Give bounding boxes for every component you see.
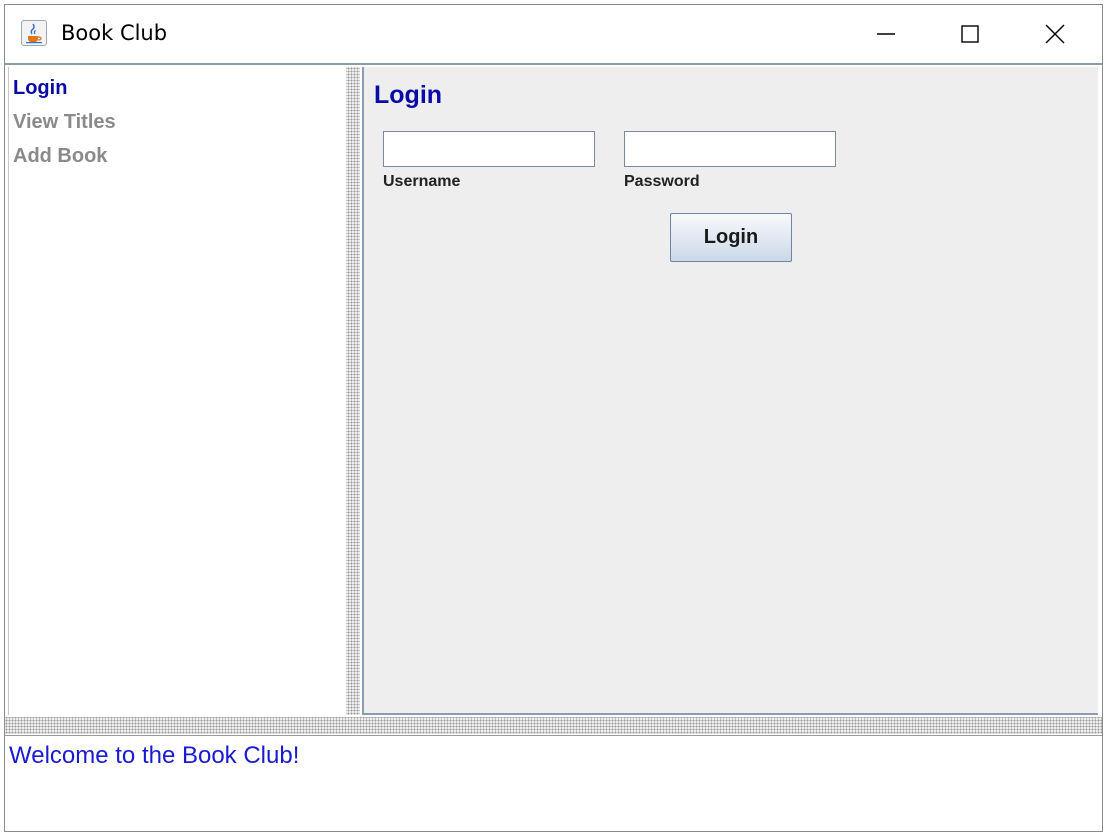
password-input[interactable] (625, 132, 835, 166)
maximize-icon (961, 25, 979, 43)
login-button[interactable]: Login (670, 213, 792, 262)
status-area: Welcome to the Book Club! (5, 735, 1102, 831)
content-area: Login View Titles Add Book Login Usernam… (5, 63, 1102, 831)
title-bar[interactable]: Book Club (5, 5, 1102, 63)
login-panel: Login Username Password Login (362, 67, 1098, 715)
nav-item-login[interactable]: Login (9, 71, 116, 105)
panel-title: Login (374, 81, 443, 109)
nav-list: Login View Titles Add Book (9, 71, 116, 173)
close-button[interactable] (1010, 5, 1100, 63)
username-label: Username (383, 173, 461, 190)
nav-item-add-book[interactable]: Add Book (9, 139, 116, 173)
nav-item-view-titles[interactable]: View Titles (9, 105, 116, 139)
maximize-button[interactable] (925, 5, 1015, 63)
password-field[interactable] (624, 131, 836, 167)
status-message: Welcome to the Book Club! (9, 742, 300, 769)
vertical-split-divider[interactable] (346, 67, 360, 715)
minimize-button[interactable] (841, 5, 931, 63)
java-coffee-cup-icon (21, 20, 47, 46)
app-window: Book Club Login View Titles Add Book Log… (4, 4, 1103, 832)
close-icon (1045, 24, 1065, 44)
password-label: Password (624, 173, 700, 190)
window-title: Book Club (61, 21, 168, 45)
horizontal-split-divider[interactable] (5, 717, 1102, 734)
navigation-pane: Login View Titles Add Book (8, 67, 345, 715)
username-field[interactable] (383, 131, 595, 167)
username-input[interactable] (384, 132, 594, 166)
minimize-icon (877, 33, 895, 35)
